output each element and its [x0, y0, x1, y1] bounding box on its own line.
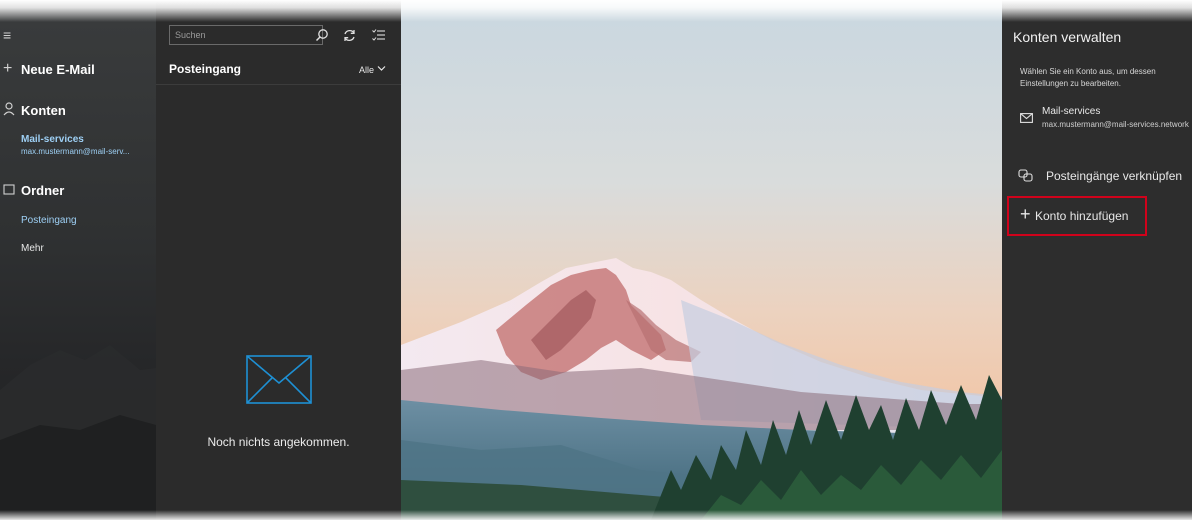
filter-icon[interactable] — [372, 29, 386, 42]
list-title: Posteingang — [169, 62, 242, 76]
nav-inbox[interactable]: Posteingang — [21, 215, 77, 226]
account-entry-email: max.mustermann@mail-services.network — [1042, 120, 1189, 129]
account-entry-name: Mail-services — [1042, 106, 1101, 117]
nav-more[interactable]: Mehr — [21, 243, 44, 254]
add-account-button[interactable]: + Konto hinzufügen — [1007, 196, 1147, 236]
empty-inbox-message: Noch nichts angekommen. — [207, 435, 350, 449]
message-list-pane: Posteingang Alle Noch nichts angekommen. — [156, 0, 401, 520]
envelope-icon — [246, 355, 312, 404]
list-header-divider — [156, 84, 401, 85]
plus-icon: + — [1020, 204, 1031, 224]
new-mail-button[interactable]: Neue E-Mail — [21, 62, 95, 77]
plus-icon: + — [3, 60, 13, 77]
search-icon[interactable] — [315, 28, 329, 42]
nav-account-email[interactable]: max.mustermann@mail-serv... — [21, 147, 129, 156]
sync-icon[interactable] — [342, 28, 357, 43]
background-photo — [401, 0, 1002, 520]
hamburger-icon[interactable]: ≡ — [3, 27, 11, 43]
mail-app-window: ≡ + Neue E-Mail Konten Mail-services max… — [0, 0, 1192, 520]
link-inboxes-label: Posteingänge verknüpfen — [1046, 169, 1183, 183]
search-box[interactable] — [169, 25, 323, 45]
panel-description-line1: Wählen Sie ein Konto aus, um dessen — [1020, 67, 1156, 76]
chevron-down-icon[interactable] — [377, 65, 386, 72]
panel-description-line2: Einstellungen zu bearbeiten. — [1020, 79, 1121, 88]
folder-icon — [3, 182, 15, 198]
navigation-pane: ≡ + Neue E-Mail Konten Mail-services max… — [0, 0, 156, 520]
account-entry[interactable]: Mail-services max.mustermann@mail-servic… — [1002, 103, 1192, 137]
mail-icon — [1020, 113, 1033, 123]
search-input[interactable] — [175, 28, 295, 42]
add-account-label: Konto hinzufügen — [1035, 209, 1129, 223]
link-icon — [1018, 169, 1033, 182]
mountain-landscape — [401, 0, 1002, 520]
panel-title: Konten verwalten — [1013, 29, 1122, 45]
nav-account-name[interactable]: Mail-services — [21, 134, 84, 145]
accounts-heading[interactable]: Konten — [21, 103, 66, 118]
person-icon — [3, 102, 15, 119]
nav-background-mountain — [0, 345, 156, 520]
filter-dropdown[interactable]: Alle — [359, 65, 374, 75]
folders-heading[interactable]: Ordner — [21, 183, 64, 198]
link-inboxes-button[interactable]: Posteingänge verknüpfen — [1002, 165, 1192, 189]
manage-accounts-panel: Konten verwalten Wählen Sie ein Konto au… — [1002, 0, 1192, 520]
